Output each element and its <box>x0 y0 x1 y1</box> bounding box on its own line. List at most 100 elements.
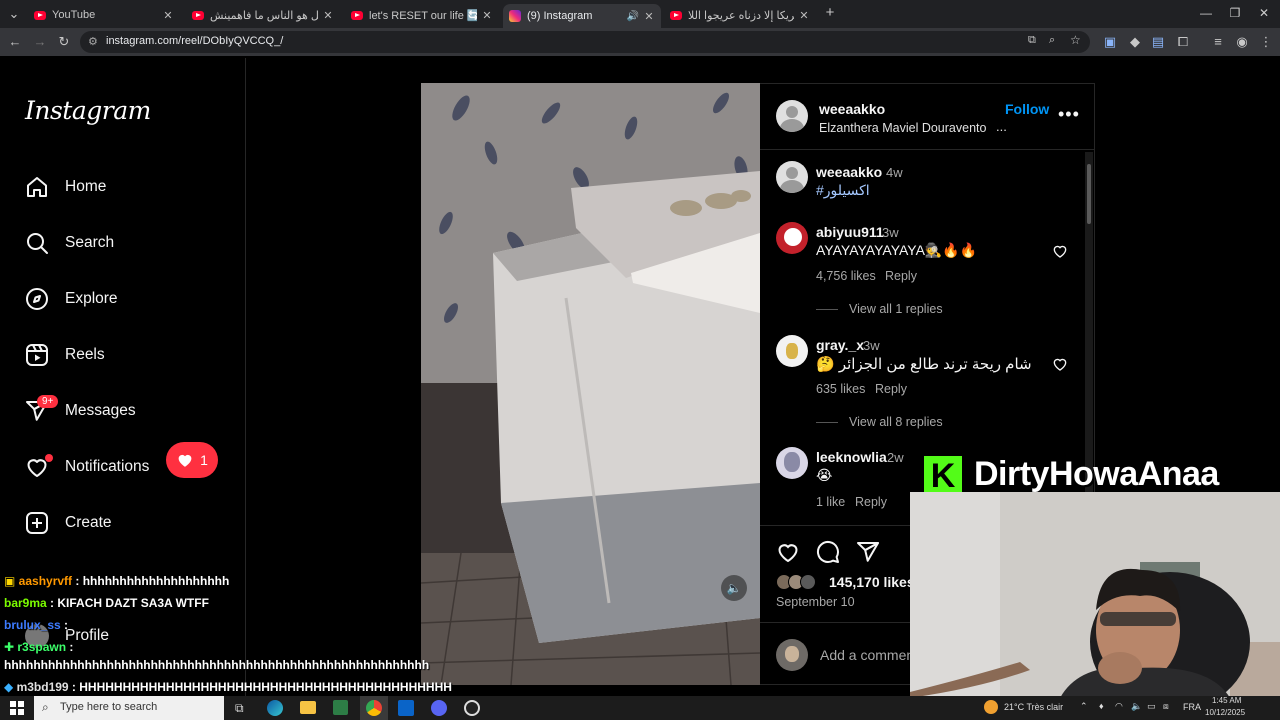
chat-message: bar9ma : KIFACH DAZT SA3A WTFF <box>4 596 209 610</box>
audio-more[interactable]: ... <box>996 119 1007 134</box>
obs-icon[interactable] <box>464 700 480 716</box>
comment-likes[interactable]: 1 like <box>816 495 845 509</box>
profile-icon[interactable]: ◉ <box>1234 34 1250 50</box>
share-send-icon[interactable] <box>856 540 880 564</box>
install-app-icon[interactable]: ⧉ <box>1028 34 1036 47</box>
follow-button[interactable]: Follow <box>1005 101 1049 117</box>
chrome-taskbar-button[interactable] <box>360 696 388 720</box>
clock-time[interactable]: 1:45 AM <box>1212 696 1241 705</box>
scrollbar-thumb[interactable] <box>1087 164 1091 224</box>
extension-icon[interactable]: ◆ <box>1127 34 1143 50</box>
outlook-icon[interactable] <box>398 700 414 716</box>
tray-expand-icon[interactable]: ⌃ <box>1080 701 1088 712</box>
nav-notifications[interactable]: Notifications <box>25 452 149 482</box>
comment-reply-button[interactable]: Reply <box>885 269 917 283</box>
site-info-icon[interactable]: ⚙ <box>88 35 98 48</box>
close-icon[interactable]: ✕ <box>798 9 810 22</box>
comment-avatar[interactable] <box>776 447 808 479</box>
menu-kebab-icon[interactable]: ⋮ <box>1258 34 1274 50</box>
reading-list-icon[interactable]: ≡ <box>1210 34 1226 50</box>
comment-bubble-icon[interactable] <box>816 540 840 564</box>
windows-start-icon[interactable] <box>10 701 24 715</box>
url-text: instagram.com/reel/DObIyQVCCQ_/ <box>106 35 284 47</box>
new-tab-button[interactable]: + <box>822 5 838 21</box>
discord-icon[interactable] <box>431 700 447 716</box>
task-view-icon[interactable]: ⧉ <box>235 701 244 716</box>
view-replies-button[interactable]: View all 1 replies <box>849 302 943 316</box>
comment-avatar[interactable] <box>776 222 808 254</box>
comment-username[interactable]: abiyuu911 <box>816 224 884 240</box>
comment-like-heart-icon[interactable] <box>1052 356 1068 372</box>
reload-icon[interactable]: ↻ <box>56 34 72 50</box>
comment-reply-button[interactable]: Reply <box>855 495 887 509</box>
volume-icon[interactable]: 🔈 <box>1131 701 1142 712</box>
nav-create[interactable]: Create <box>25 508 112 538</box>
tab-youtube[interactable]: YouTube ✕ <box>28 4 180 26</box>
wifi-icon[interactable]: ◠ <box>1115 701 1123 712</box>
tab-youtube-3[interactable]: let's RESET our life 🔄 البرنامج ✕ <box>345 4 499 26</box>
tab-instagram[interactable]: (9) Instagram 🔊 ✕ <box>503 4 661 28</box>
battery-icon[interactable]: ▭ <box>1147 701 1156 712</box>
tab-title: YouTube <box>52 9 96 21</box>
address-bar[interactable]: ⚙ instagram.com/reel/DObIyQVCCQ_/ ⧉ ⌕ ☆ <box>80 31 1090 53</box>
tray-icon[interactable]: ⧈ <box>1163 701 1169 712</box>
file-explorer-icon[interactable] <box>300 701 316 714</box>
tab-youtube-2[interactable]: المشكل هو الناس ما فاهمينش 😂 ✕ <box>186 4 340 26</box>
back-icon[interactable]: ← <box>7 34 23 50</box>
nav-search[interactable]: Search <box>25 228 114 258</box>
instagram-logo[interactable]: Instagram <box>25 96 151 125</box>
weather-icon[interactable] <box>984 700 998 714</box>
like-heart-icon[interactable] <box>776 540 800 564</box>
mute-toggle-icon[interactable]: 🔈 <box>721 575 747 601</box>
post-options-icon[interactable]: ••• <box>1058 104 1080 125</box>
taskbar-search[interactable]: ⌕ Type here to search <box>34 696 224 720</box>
reel-video[interactable]: 🔈 <box>421 83 760 685</box>
zoom-icon[interactable]: ⌕ <box>1049 34 1055 47</box>
tab-search-icon[interactable]: ⌄ <box>6 6 22 22</box>
input-language[interactable]: FRA <box>1183 702 1201 712</box>
close-icon[interactable]: ✕ <box>322 9 334 22</box>
comment-likes[interactable]: 635 likes <box>816 382 865 396</box>
replies-line <box>816 309 838 310</box>
forward-icon[interactable]: → <box>32 34 48 50</box>
comment-likes[interactable]: 4,756 likes <box>816 269 876 283</box>
notifications-popup[interactable]: 1 <box>166 442 218 478</box>
weather-text[interactable]: 21°C Très clair <box>1004 702 1063 712</box>
comment-username[interactable]: leeknowlia <box>816 449 887 465</box>
speaker-icon[interactable]: 🔊 <box>627 11 639 22</box>
extensions-puzzle-icon[interactable]: ⧠ <box>1175 34 1191 50</box>
tray-icon[interactable]: ♦ <box>1099 701 1104 711</box>
likers-avatars[interactable] <box>776 574 828 590</box>
chat-text: HHHHHHHHHHHHHHHHHHHHHHHHHHHHHHHHHHHHHHHH… <box>79 680 452 694</box>
edge-icon[interactable] <box>267 700 283 716</box>
close-icon[interactable]: ✕ <box>162 9 174 22</box>
bookmark-star-icon[interactable]: ☆ <box>1070 33 1081 47</box>
comment-username[interactable]: gray._x <box>816 337 864 353</box>
maximize-icon[interactable]: ❐ <box>1225 6 1245 20</box>
extension-2-icon[interactable]: ▤ <box>1150 34 1166 50</box>
comment-time: 3w <box>863 338 880 353</box>
minimize-icon[interactable]: — <box>1196 6 1216 20</box>
caption-username[interactable]: weeaakko <box>816 164 882 180</box>
comment-avatar[interactable] <box>776 335 808 367</box>
author-avatar[interactable] <box>776 100 808 132</box>
nav-explore[interactable]: Explore <box>25 284 118 314</box>
close-icon[interactable]: ✕ <box>481 9 493 22</box>
close-icon[interactable]: ✕ <box>643 10 655 23</box>
caption-avatar[interactable] <box>776 161 808 193</box>
caption-hashtag[interactable]: #اكسيلور <box>816 182 870 199</box>
comment-reply-button[interactable]: Reply <box>875 382 907 396</box>
nav-reels[interactable]: Reels <box>25 340 105 370</box>
translate-extension-icon[interactable]: ▣ <box>1102 34 1118 50</box>
comment-time: 2w <box>887 450 904 465</box>
close-window-icon[interactable]: ✕ <box>1254 6 1274 20</box>
audio-label[interactable]: Elzanthera Maviel Douravento • <box>819 121 989 135</box>
view-replies-button[interactable]: View all 8 replies <box>849 415 943 429</box>
like-count[interactable]: 145,170 likes <box>829 574 915 590</box>
nav-home[interactable]: Home <box>25 172 106 202</box>
comment-like-heart-icon[interactable] <box>1052 243 1068 259</box>
author-username[interactable]: weeaakko <box>819 101 885 117</box>
tab-youtube-5[interactable]: منتخب أمريكا إلا دزناه عريجوا اللا... ✕ <box>664 4 816 26</box>
store-icon[interactable] <box>333 700 348 715</box>
clock-date[interactable]: 10/12/2025 <box>1205 708 1245 717</box>
